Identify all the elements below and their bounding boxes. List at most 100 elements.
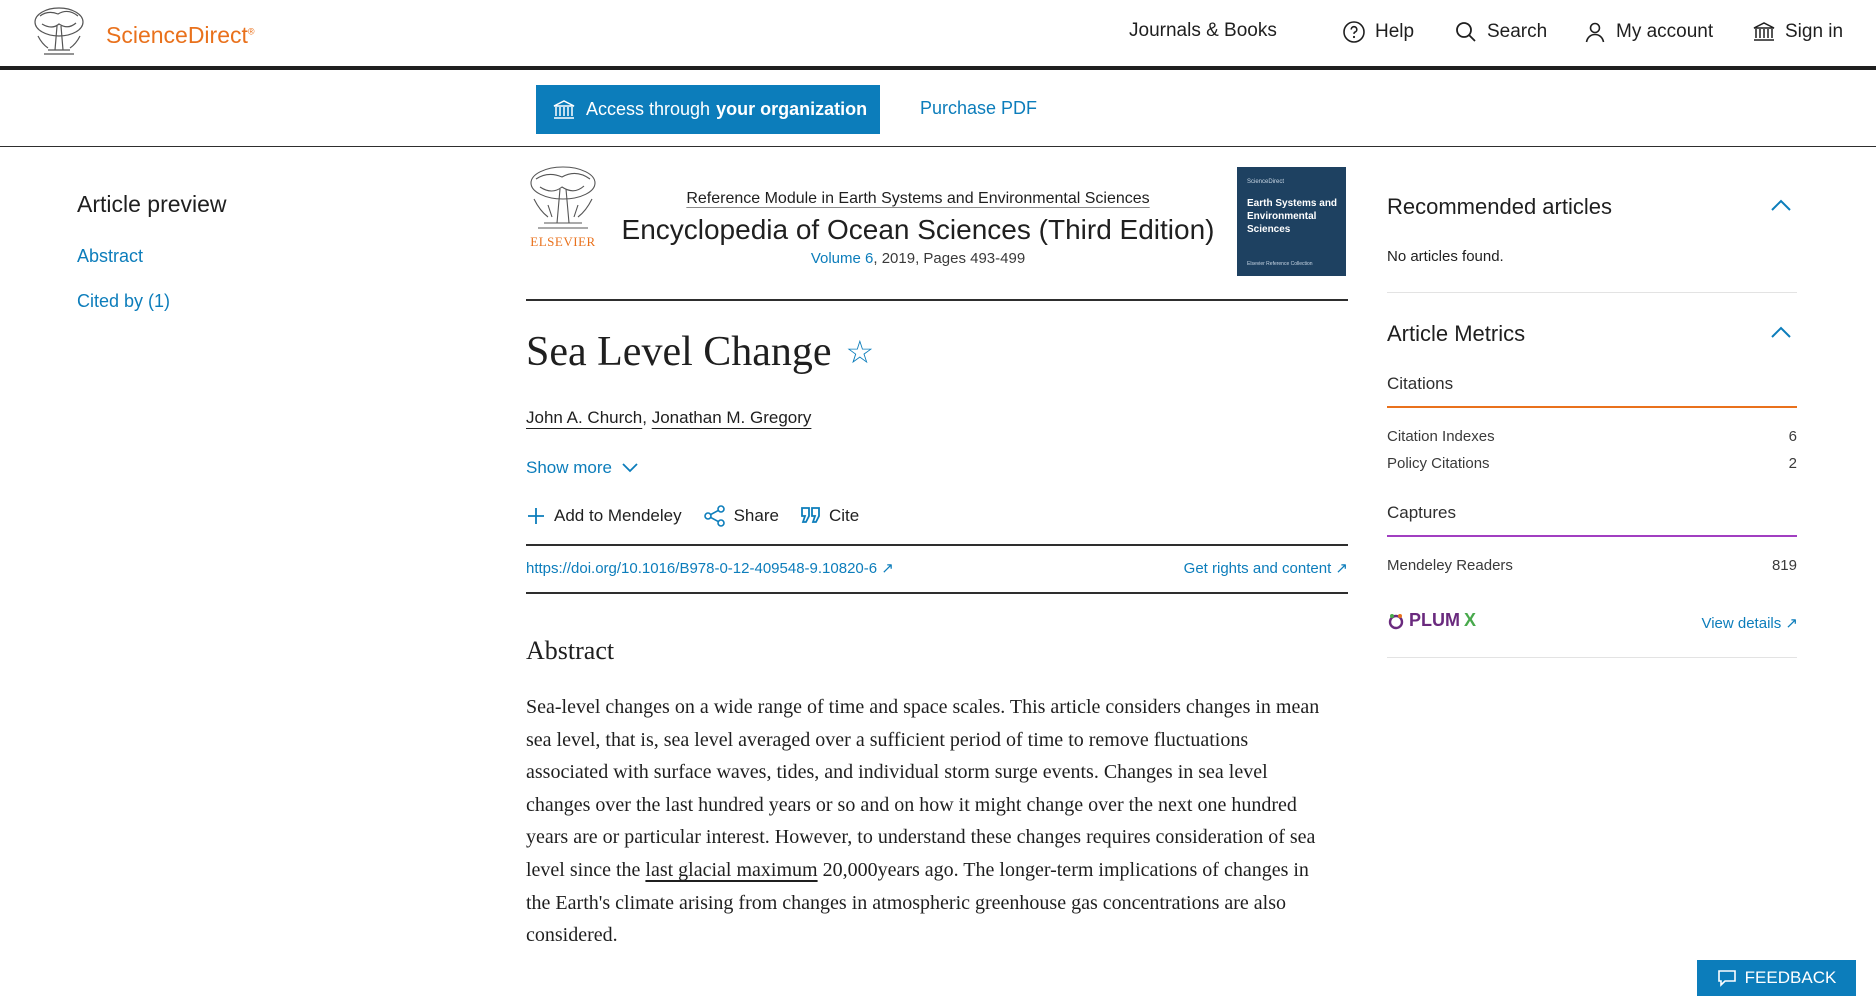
plumx-logo[interactable]: PLUM X bbox=[1387, 610, 1476, 631]
nav-my-account[interactable]: My account bbox=[1583, 20, 1713, 44]
show-more-label: Show more bbox=[526, 458, 612, 477]
mendeley-label: Add to Mendeley bbox=[554, 506, 682, 525]
cite-label: Cite bbox=[828, 506, 860, 525]
nav-search-label: Search bbox=[1487, 21, 1548, 42]
share-label: Share bbox=[733, 506, 779, 525]
user-icon bbox=[1585, 22, 1605, 43]
show-more-button[interactable]: Show more bbox=[526, 458, 638, 478]
plumx-x-label: X bbox=[1464, 610, 1477, 630]
book-cover-image[interactable]: ScienceDirect Earth Systems and Environm… bbox=[1237, 167, 1346, 276]
article-actions: Add to Mendeley Share Cite bbox=[526, 505, 859, 527]
access-through-organization-button[interactable]: Access through your organization bbox=[536, 85, 880, 134]
metric-value: 6 bbox=[1788, 428, 1797, 445]
view-details-link[interactable]: View details ↗ bbox=[1701, 614, 1798, 632]
nav-sign-in[interactable]: Sign in bbox=[1752, 20, 1843, 44]
citations-label: Citations bbox=[1387, 374, 1454, 393]
author-link[interactable]: John A. Church bbox=[526, 408, 642, 427]
doi-bottom-divider bbox=[526, 592, 1348, 594]
institution-icon bbox=[553, 99, 575, 119]
elsevier-wordmark: ELSEVIER bbox=[530, 234, 596, 249]
top-navigation-bar: ScienceDirect® Journals & Books Help Sea… bbox=[0, 0, 1876, 70]
search-icon bbox=[1456, 22, 1476, 42]
chevron-up-icon[interactable] bbox=[1770, 198, 1792, 212]
doi-top-divider bbox=[526, 544, 1348, 546]
external-link-icon: ↗ bbox=[1335, 560, 1348, 577]
institution-icon bbox=[1753, 22, 1775, 41]
metric-value: 819 bbox=[1771, 557, 1797, 574]
rights-text: Get rights and content bbox=[1183, 560, 1332, 577]
doi-text: https://doi.org/10.1016/B978-0-12-409548… bbox=[526, 560, 878, 577]
plus-icon bbox=[528, 508, 544, 524]
publication-series-link[interactable]: Reference Module in Earth Systems and En… bbox=[686, 190, 1149, 207]
external-link-icon: ↗ bbox=[881, 560, 894, 577]
preview-link-cited-by[interactable]: Cited by (1) bbox=[77, 291, 170, 312]
metric-label: Mendeley Readers bbox=[1387, 557, 1513, 574]
view-details-label: View details bbox=[1701, 615, 1782, 632]
rights-and-content-link[interactable]: Get rights and content ↗ bbox=[1184, 559, 1348, 577]
access-button-bold-label: your organization bbox=[716, 99, 868, 119]
abstract-text: Sea-level changes on a wide range of tim… bbox=[526, 691, 1326, 952]
nav-signin-label: Sign in bbox=[1785, 21, 1844, 42]
cover-footer-text: Elsevier Reference Collection bbox=[1247, 261, 1313, 267]
preview-link-abstract[interactable]: Abstract bbox=[77, 246, 143, 267]
quote-icon bbox=[801, 507, 820, 523]
access-bar: Access through your organization Purchase… bbox=[0, 70, 1876, 147]
metric-value: 2 bbox=[1788, 455, 1797, 472]
chevron-up-icon[interactable] bbox=[1770, 325, 1792, 339]
help-icon bbox=[1343, 21, 1365, 43]
article-metrics-heading[interactable]: Article Metrics bbox=[1387, 321, 1525, 347]
article-preview-heading: Article preview bbox=[77, 191, 227, 217]
nav-help[interactable]: Help bbox=[1342, 20, 1414, 44]
doi-link[interactable]: https://doi.org/10.1016/B978-0-12-409548… bbox=[526, 559, 894, 577]
recommended-empty-text: No articles found. bbox=[1387, 248, 1504, 265]
access-button-label: Access through bbox=[586, 99, 711, 119]
publication-divider bbox=[526, 299, 1348, 301]
sidebar-divider bbox=[1387, 657, 1797, 658]
author-link[interactable]: Jonathan M. Gregory bbox=[652, 408, 812, 427]
citations-accent-line bbox=[1387, 406, 1797, 408]
volume-link[interactable]: Volume 6 bbox=[811, 250, 874, 267]
nav-journals-books[interactable]: Journals & Books bbox=[1129, 20, 1277, 42]
captures-accent-line bbox=[1387, 535, 1797, 537]
elsevier-tree-logo-icon[interactable] bbox=[30, 6, 88, 58]
feedback-button[interactable]: FEEDBACK bbox=[1697, 960, 1856, 996]
chat-bubble-icon bbox=[1717, 970, 1736, 987]
share-icon bbox=[703, 505, 725, 527]
glossary-link[interactable]: last glacial maximum bbox=[645, 859, 817, 881]
nav-account-label: My account bbox=[1616, 21, 1714, 42]
publication-info: Reference Module in Earth Systems and En… bbox=[618, 190, 1218, 267]
add-to-mendeley-button[interactable]: Add to Mendeley bbox=[526, 505, 682, 527]
cover-brand-text: ScienceDirect bbox=[1247, 179, 1285, 185]
publication-volume-info: Volume 6, 2019, Pages 493-499 bbox=[618, 250, 1218, 267]
feedback-label: FEEDBACK bbox=[1744, 968, 1837, 987]
metric-row: Mendeley Readers 819 bbox=[1387, 557, 1797, 574]
abstract-text-part: Sea-level changes on a wide range of tim… bbox=[526, 696, 1320, 881]
publication-title-link[interactable]: Encyclopedia of Ocean Sciences (Third Ed… bbox=[618, 214, 1218, 246]
external-link-icon: ↗ bbox=[1785, 615, 1798, 632]
metric-label: Policy Citations bbox=[1387, 455, 1490, 472]
captures-label: Captures bbox=[1387, 503, 1456, 522]
article-title-row: Sea Level Change ☆ bbox=[526, 328, 874, 376]
metric-row: Citation Indexes 6 bbox=[1387, 428, 1797, 445]
nav-journals-label: Journals & Books bbox=[1129, 20, 1277, 41]
sciencedirect-logo[interactable]: ScienceDirect® bbox=[106, 22, 255, 49]
plumx-label: PLUM bbox=[1409, 610, 1460, 630]
purchase-pdf-link[interactable]: Purchase PDF bbox=[920, 98, 1037, 119]
author-list: John A. Church, Jonathan M. Gregory bbox=[526, 408, 812, 427]
metric-row: Policy Citations 2 bbox=[1387, 455, 1797, 472]
bookmark-star-icon[interactable]: ☆ bbox=[846, 333, 875, 371]
plumx-icon bbox=[1388, 613, 1404, 629]
logo-text: ScienceDirect bbox=[106, 22, 248, 48]
recommended-articles-heading[interactable]: Recommended articles bbox=[1387, 194, 1612, 220]
volume-pages-text: , 2019, Pages 493-499 bbox=[873, 250, 1026, 267]
nav-help-label: Help bbox=[1375, 21, 1415, 42]
abstract-heading: Abstract bbox=[526, 636, 615, 665]
nav-search[interactable]: Search bbox=[1454, 20, 1547, 44]
metric-label: Citation Indexes bbox=[1387, 428, 1495, 445]
cite-button[interactable]: Cite bbox=[801, 505, 859, 527]
chevron-down-icon bbox=[622, 463, 638, 473]
article-title: Sea Level Change bbox=[526, 329, 832, 375]
sidebar-divider bbox=[1387, 292, 1797, 293]
share-button[interactable]: Share bbox=[703, 505, 779, 527]
cover-title-text: Earth Systems and Environmental Sciences bbox=[1247, 198, 1338, 235]
